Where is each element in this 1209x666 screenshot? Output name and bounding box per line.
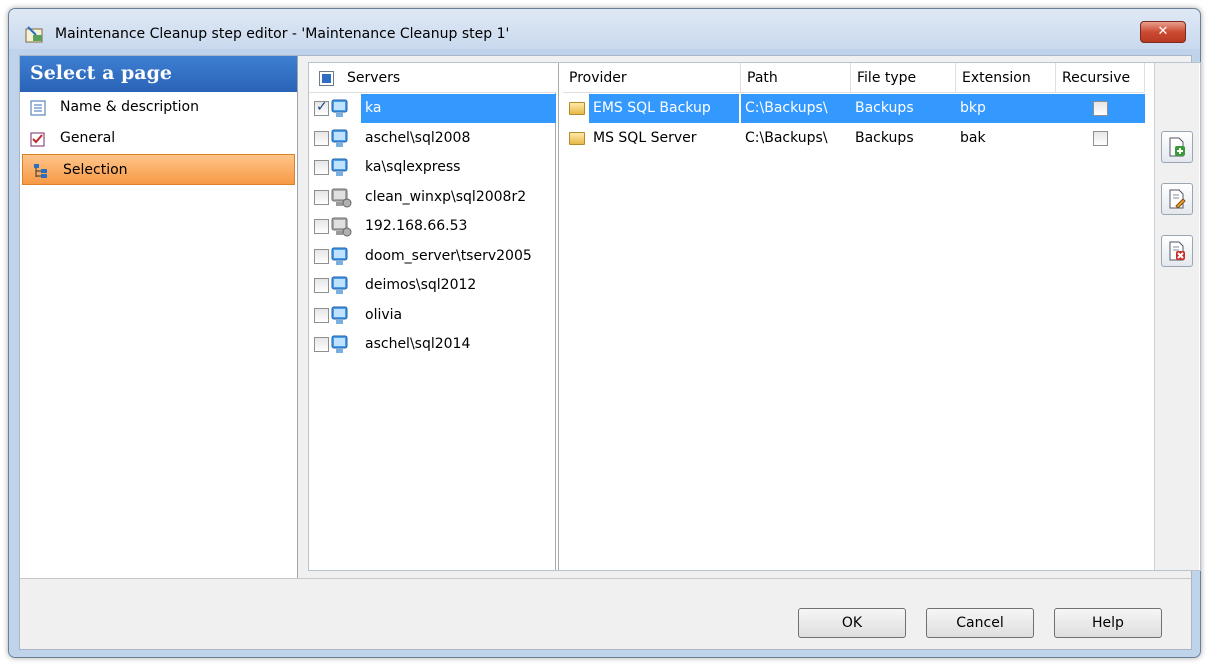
folder-icon [569,102,585,115]
server-online-icon [331,306,348,324]
title-bar[interactable]: Maintenance Cleanup step editor - 'Maint… [9,9,1200,55]
server-offline-icon [331,188,352,207]
server-row[interactable]: clean_winxp\sql2008r2 [309,183,556,212]
dialog-footer: OK Cancel Help [20,578,1191,651]
file-type-cell: Backups [851,94,956,123]
col-extension[interactable]: Extension [956,63,1056,93]
nav-item-label: General [60,130,116,146]
server-name: doom_server\tserv2005 [365,247,532,264]
server-name: olivia [365,306,403,323]
app-icon [25,26,43,43]
server-row[interactable]: 192.168.66.53 [309,212,556,241]
server-row[interactable]: ka [309,94,556,123]
server-name: ka\sqlexpress [365,159,461,175]
servers-list: Servers ka aschel\sql2008 ka\sqlexpress cle… [309,63,559,570]
select-all-checkbox[interactable] [319,71,334,86]
providers-table: Provider Path File type Extension Recurs… [563,63,1145,570]
nav-header: Select a page [20,56,297,92]
checklist-icon [30,132,45,147]
server-checkbox[interactable] [314,130,329,146]
close-button[interactable]: ✕ [1140,21,1186,43]
path-cell: C:\Backups\ [741,94,851,123]
nav-item-name-description[interactable]: Name & description [20,92,297,123]
servers-header-label: Servers [347,70,401,86]
server-name: aschel\sql2014 [365,336,471,352]
nav-item-selection[interactable]: Selection [22,154,295,185]
server-checkbox[interactable] [314,307,329,323]
edit-doc-icon [1169,189,1186,209]
col-recursive[interactable]: Recursive [1056,63,1145,93]
dialog-window: Maintenance Cleanup step editor - 'Maint… [8,8,1201,658]
edit-provider-button[interactable] [1161,183,1193,215]
provider-cell: EMS SQL Backup [589,94,739,123]
server-name: 192.168.66.53 [365,218,468,234]
server-online-icon [331,129,348,147]
delete-provider-button[interactable] [1161,235,1193,267]
server-offline-icon [331,217,352,237]
server-name: clean_winxp\sql2008r2 [365,188,527,205]
dialog-client: Select a page Name & description General [19,55,1201,651]
cancel-button[interactable]: Cancel [926,608,1034,638]
col-path[interactable]: Path [741,63,851,93]
provider-row[interactable]: MS SQL Server C:\Backups\ Backups bak [563,124,1145,153]
add-provider-button[interactable] [1161,131,1193,163]
recursive-checkbox[interactable] [1093,131,1108,146]
extension-cell: bkp [956,94,1056,123]
window-title: Maintenance Cleanup step editor - 'Maint… [55,26,510,42]
provider-cell: MS SQL Server [593,130,697,146]
nav-item-label: Selection [63,162,128,178]
server-checkbox[interactable] [314,189,329,205]
server-checkbox[interactable] [314,219,329,234]
provider-toolbar [1154,63,1199,570]
nav-item-general[interactable]: General [20,123,297,154]
server-row[interactable]: deimos\sql2012 [309,271,556,300]
provider-row[interactable]: EMS SQL Backup C:\Backups\ Backups bkp [563,94,1145,123]
col-provider[interactable]: Provider [563,63,741,93]
server-checkbox[interactable] [314,278,329,293]
selection-panel: Servers ka aschel\sql2008 ka\sqlexpress cle… [308,62,1201,571]
ok-button[interactable]: OK [798,608,906,638]
server-online-icon [331,247,348,265]
help-button[interactable]: Help [1054,608,1162,638]
page-nav: Select a page Name & description General [20,56,298,578]
server-row[interactable]: aschel\sql2014 [309,330,556,359]
extension-cell: bak [960,130,986,146]
folder-icon [569,132,585,145]
list-icon [30,100,46,116]
server-name: deimos\sql2012 [365,277,477,293]
server-checkbox[interactable] [314,248,329,264]
nav-item-label: Name & description [60,99,199,115]
path-cell: C:\Backups\ [745,130,828,146]
server-name: ka [361,94,556,123]
file-type-cell: Backups [855,130,914,146]
add-doc-icon [1169,137,1185,157]
tree-icon [34,164,47,178]
providers-header: Provider Path File type Extension Recurs… [563,63,1145,93]
server-checkbox[interactable] [314,160,329,175]
server-name: aschel\sql2008 [365,129,471,146]
server-online-icon [331,276,348,294]
delete-doc-icon [1169,241,1185,261]
server-row[interactable]: olivia [309,301,556,330]
servers-header[interactable]: Servers [309,63,556,93]
server-checkbox[interactable] [314,99,329,116]
server-online-icon [331,99,348,117]
recursive-checkbox[interactable] [1093,101,1108,116]
server-row[interactable]: doom_server\tserv2005 [309,242,556,271]
server-online-icon [331,158,348,176]
server-online-icon [331,335,348,353]
col-file-type[interactable]: File type [851,63,956,93]
server-row[interactable]: ka\sqlexpress [309,153,556,182]
server-checkbox[interactable] [314,337,329,352]
server-row[interactable]: aschel\sql2008 [309,124,556,153]
